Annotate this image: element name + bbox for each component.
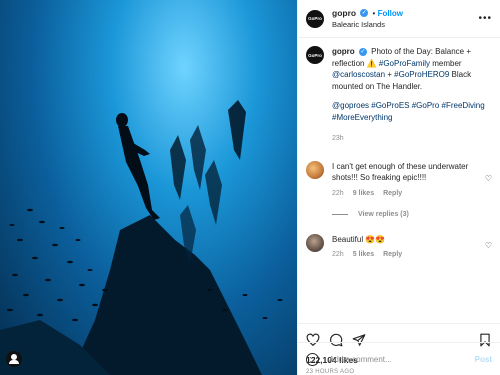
caption: GoPro gopro ✓ Photo of the Day: Balance … — [306, 46, 492, 145]
post-header: GoPro gopro ✓ • Follow Balearic Islands … — [298, 0, 500, 38]
follow-button[interactable]: Follow — [378, 9, 403, 18]
caption-time: 23h — [332, 135, 344, 142]
warning-emoji: ⚠️ — [366, 58, 377, 68]
comment-likes[interactable]: 5 likes — [353, 251, 374, 258]
comment-meta: 22h 5 likes Reply — [332, 251, 481, 258]
caption-avatar-logo: GoPro — [308, 52, 322, 58]
comment-item: I can't get enough of these underwater s… — [306, 160, 492, 197]
hashtag-goprofamily[interactable]: #GoProFamily — [377, 59, 430, 68]
verified-badge-icon: ✓ — [360, 9, 369, 18]
post-photo[interactable] — [0, 0, 297, 375]
view-replies-button[interactable]: View replies (3) — [332, 211, 492, 218]
add-comment-bar: Post — [298, 342, 500, 375]
author-info: gopro ✓ • Follow Balearic Islands — [332, 8, 403, 30]
comment-text: I can't get enough of these underwater s… — [332, 161, 469, 183]
mention-carloscostan[interactable]: @carloscostan — [332, 70, 385, 79]
reply-button[interactable]: Reply — [383, 251, 402, 258]
comment-text: Beautiful 😍😍 — [332, 234, 386, 244]
tagged-user-icon[interactable] — [6, 351, 22, 367]
post-side-panel: GoPro gopro ✓ • Follow Balearic Islands … — [297, 0, 500, 375]
author-avatar-logo: GoPro — [308, 16, 322, 21]
author-avatar[interactable]: GoPro — [306, 9, 324, 28]
commenter-avatar[interactable] — [306, 160, 324, 179]
author-username[interactable]: gopro — [332, 8, 356, 18]
reply-button[interactable]: Reply — [383, 190, 402, 197]
comment-body: I can't get enough of these underwater s… — [332, 161, 481, 197]
emoji-icon[interactable] — [306, 352, 319, 366]
caption-hashtags[interactable]: @goproes #GoProES #GoPro #FreeDiving #Mo… — [332, 100, 492, 123]
underwater-freediver-image — [0, 100, 283, 375]
caption-username[interactable]: gopro — [332, 47, 355, 56]
caption-verified-badge-icon: ✓ — [358, 47, 367, 56]
hashtag-goprohero9[interactable]: #GoProHERO9 — [394, 70, 449, 79]
more-options-icon[interactable]: ••• — [478, 13, 492, 24]
comment-body: Beautiful 😍😍 22h 5 likes Reply — [332, 234, 481, 259]
header-separator: • — [372, 8, 376, 18]
caption-avatar[interactable]: GoPro — [306, 46, 324, 64]
comments-section[interactable]: GoPro gopro ✓ Photo of the Day: Balance … — [298, 38, 500, 323]
comment-likes[interactable]: 9 likes — [353, 190, 374, 197]
comment-item: Beautiful 😍😍 22h 5 likes Reply ♡ — [306, 233, 492, 259]
comment-time: 22h — [332, 251, 344, 258]
post-location[interactable]: Balearic Islands — [332, 19, 403, 30]
comment-input[interactable] — [329, 354, 475, 364]
comment-like-heart-icon[interactable]: ♡ — [485, 241, 492, 250]
caption-text-member: member — [430, 58, 462, 68]
commenter-avatar[interactable] — [306, 233, 324, 252]
comment-time: 22h — [332, 189, 344, 197]
instagram-post: GoPro gopro ✓ • Follow Balearic Islands … — [0, 0, 500, 375]
caption-text: gopro ✓ Photo of the Day: Balance + refl… — [332, 46, 492, 145]
comment-like-heart-icon[interactable]: ♡ — [485, 174, 492, 183]
caption-text-plus: + — [385, 70, 395, 79]
post-comment-button[interactable]: Post — [475, 355, 492, 364]
comment-meta: 22h 9 likes Reply — [332, 190, 481, 197]
